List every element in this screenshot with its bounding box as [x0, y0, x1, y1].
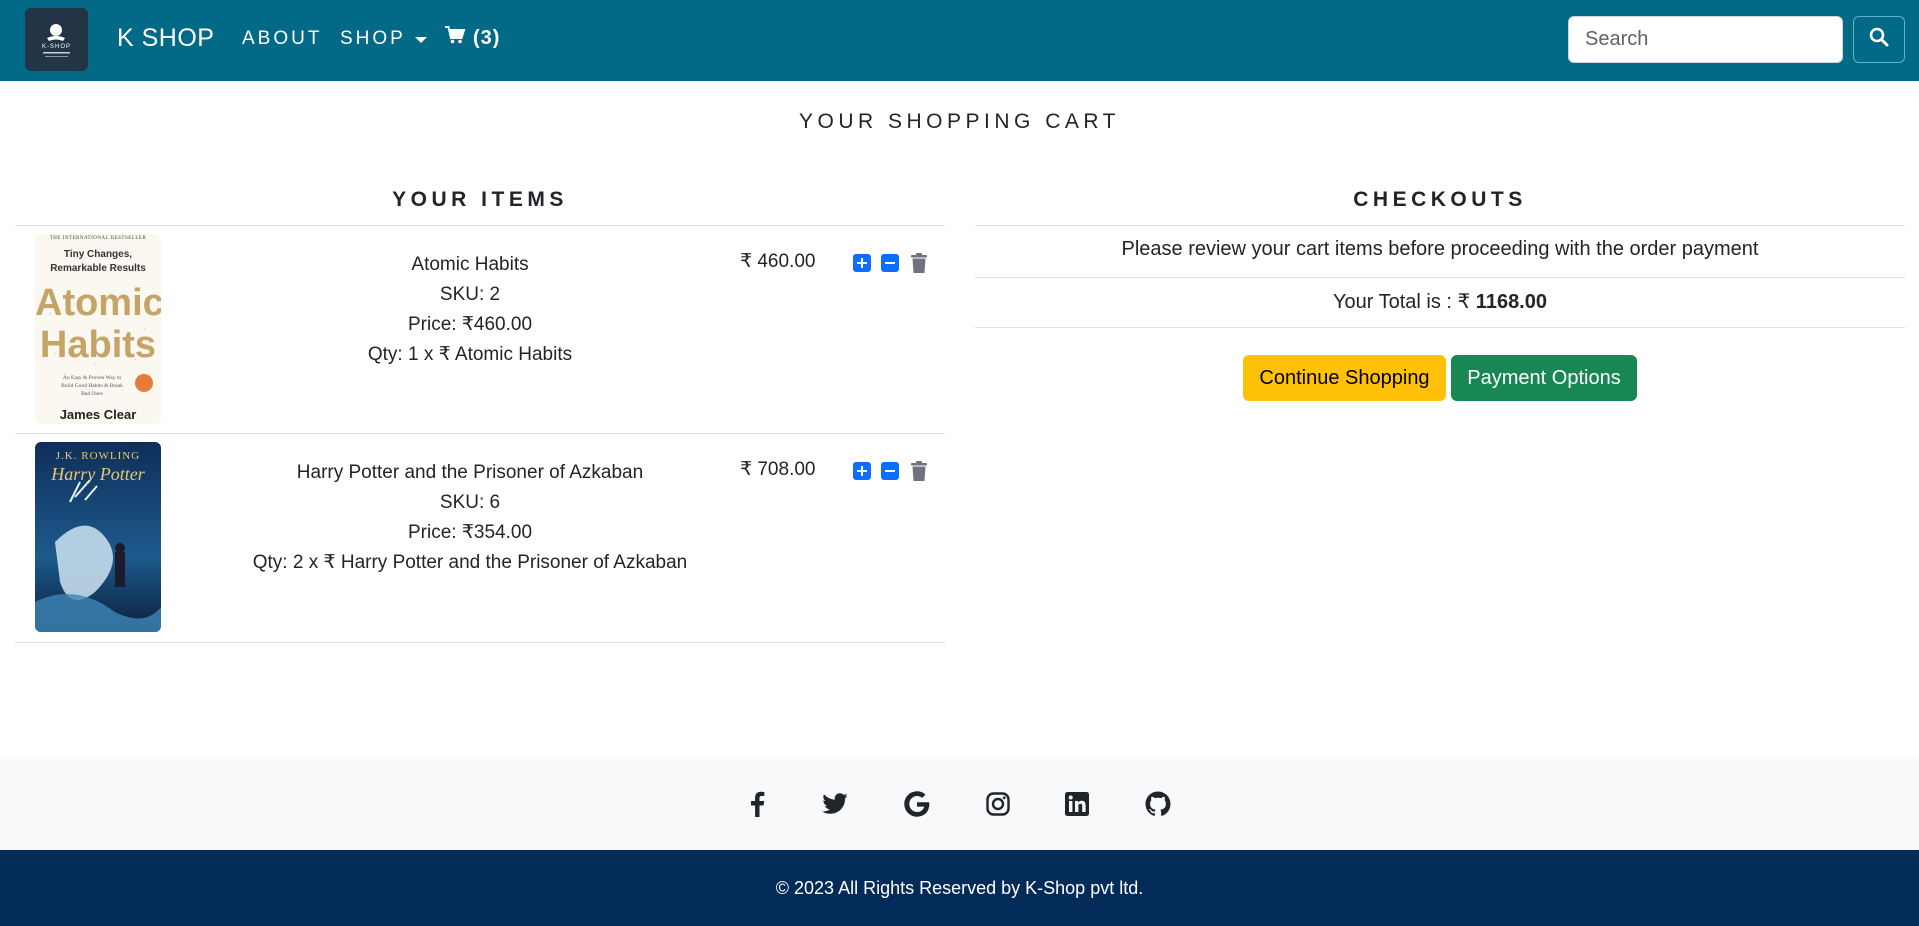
cover-title-1: Atomic: [35, 282, 161, 324]
cover-subtitle: An Easy & Proven Way to Build Good Habit…: [61, 375, 123, 397]
increase-qty-button[interactable]: [853, 462, 871, 480]
cover-badge: [135, 374, 153, 392]
minus-icon: [885, 470, 895, 472]
book-cover-harry-potter: J.K. ROWLING Harry Potter: [35, 442, 161, 632]
divider: [975, 225, 1905, 226]
item-qty: Qty: 1 x ₹ Atomic Habits: [367, 344, 573, 365]
divider: [15, 642, 945, 643]
items-heading: YOUR ITEMS: [392, 188, 568, 211]
logo-text: K-SHOP: [41, 44, 71, 50]
remove-item-button[interactable]: [909, 252, 929, 274]
cart-item-row: THE INTERNATIONAL BESTSELLER Tiny Change…: [15, 226, 945, 434]
payment-options-button[interactable]: Payment Options: [1451, 355, 1637, 401]
nav-about[interactable]: ABOUT: [242, 28, 322, 50]
item-name: Harry Potter and the Prisoner of Azkaban: [296, 462, 644, 483]
cover-author: J.K. ROWLING: [55, 450, 141, 462]
cart-count: (3): [473, 26, 501, 49]
cover-tagline-2: Remarkable Results: [50, 263, 146, 274]
navbar: K-SHOP K SHOP ABOUT SHOP (3): [0, 0, 1919, 81]
checkout-message: Please review your cart items before pro…: [1121, 238, 1759, 260]
item-actions: [853, 460, 929, 482]
cover-tagline-1: Tiny Changes,: [63, 249, 133, 260]
cart-item-row: J.K. ROWLING Harry Potter Harry Potter a…: [15, 434, 945, 642]
remove-item-button[interactable]: [909, 460, 929, 482]
item-total: ₹ 460.00: [740, 251, 816, 272]
nav-shop-dropdown[interactable]: SHOP: [340, 28, 406, 50]
item-name: Atomic Habits: [411, 254, 529, 275]
minus-icon: [885, 262, 895, 264]
linkedin-icon[interactable]: [1063, 790, 1091, 818]
item-total: ₹ 708.00: [740, 459, 816, 480]
search-icon: [1869, 27, 1889, 52]
cover-top-text: THE INTERNATIONAL BESTSELLER: [49, 236, 147, 241]
facebook-icon[interactable]: [743, 790, 771, 818]
checkout-total: Your Total is : ₹ 1168.00: [975, 289, 1905, 314]
cover-title: Atomic Habits: [35, 282, 161, 366]
brand-logo[interactable]: K-SHOP: [25, 8, 88, 71]
item-qty: Qty: 2 x ₹ Harry Potter and the Prisoner…: [252, 552, 688, 573]
github-icon[interactable]: [1144, 790, 1172, 818]
page-title: YOUR SHOPPING CART: [799, 110, 1120, 133]
item-sku: SKU: 6: [439, 492, 501, 513]
divider: [975, 277, 1905, 278]
cover-title: Harry Potter: [51, 464, 145, 484]
chevron-down-icon[interactable]: [415, 37, 427, 43]
trash-icon: [911, 253, 927, 273]
item-info: Harry Potter and the Prisoner of Azkaban…: [220, 458, 720, 578]
item-price: Price: ₹460.00: [407, 314, 533, 335]
cover-author: James Clear: [59, 407, 137, 422]
trash-icon: [911, 461, 927, 481]
instagram-icon[interactable]: [984, 790, 1012, 818]
decrease-qty-button[interactable]: [881, 254, 899, 272]
decrease-qty-button[interactable]: [881, 462, 899, 480]
increase-qty-button[interactable]: [853, 254, 871, 272]
cover-title-2: Habits: [39, 324, 157, 366]
item-price: Price: ₹354.00: [407, 522, 533, 543]
total-label: Your Total is : ₹: [1332, 291, 1476, 313]
cover-tagline: Tiny Changes, Remarkable Results: [35, 248, 161, 276]
twitter-icon[interactable]: [821, 790, 849, 818]
item-sku: SKU: 2: [439, 284, 501, 305]
item-info: Atomic Habits SKU: 2 Price: ₹460.00 Qty:…: [220, 250, 720, 370]
book-cover-atomic-habits: THE INTERNATIONAL BESTSELLER Tiny Change…: [35, 234, 161, 424]
total-value: 1168.00: [1475, 291, 1547, 313]
cart-icon: [445, 26, 466, 50]
continue-shopping-button[interactable]: Continue Shopping: [1243, 355, 1446, 401]
search-button[interactable]: [1853, 16, 1905, 63]
divider: [975, 327, 1905, 328]
copyright: © 2023 All Rights Reserved by K-Shop pvt…: [0, 850, 1919, 926]
plus-icon: [857, 466, 867, 476]
search-input[interactable]: [1568, 16, 1843, 63]
google-icon[interactable]: [903, 790, 931, 818]
plus-icon: [857, 258, 867, 268]
item-actions: [853, 252, 929, 274]
social-links: [0, 759, 1919, 850]
nav-cart[interactable]: (3): [445, 26, 500, 50]
brand-name[interactable]: K SHOP: [117, 24, 214, 53]
checkout-heading: CHECKOUTS: [1353, 188, 1527, 211]
